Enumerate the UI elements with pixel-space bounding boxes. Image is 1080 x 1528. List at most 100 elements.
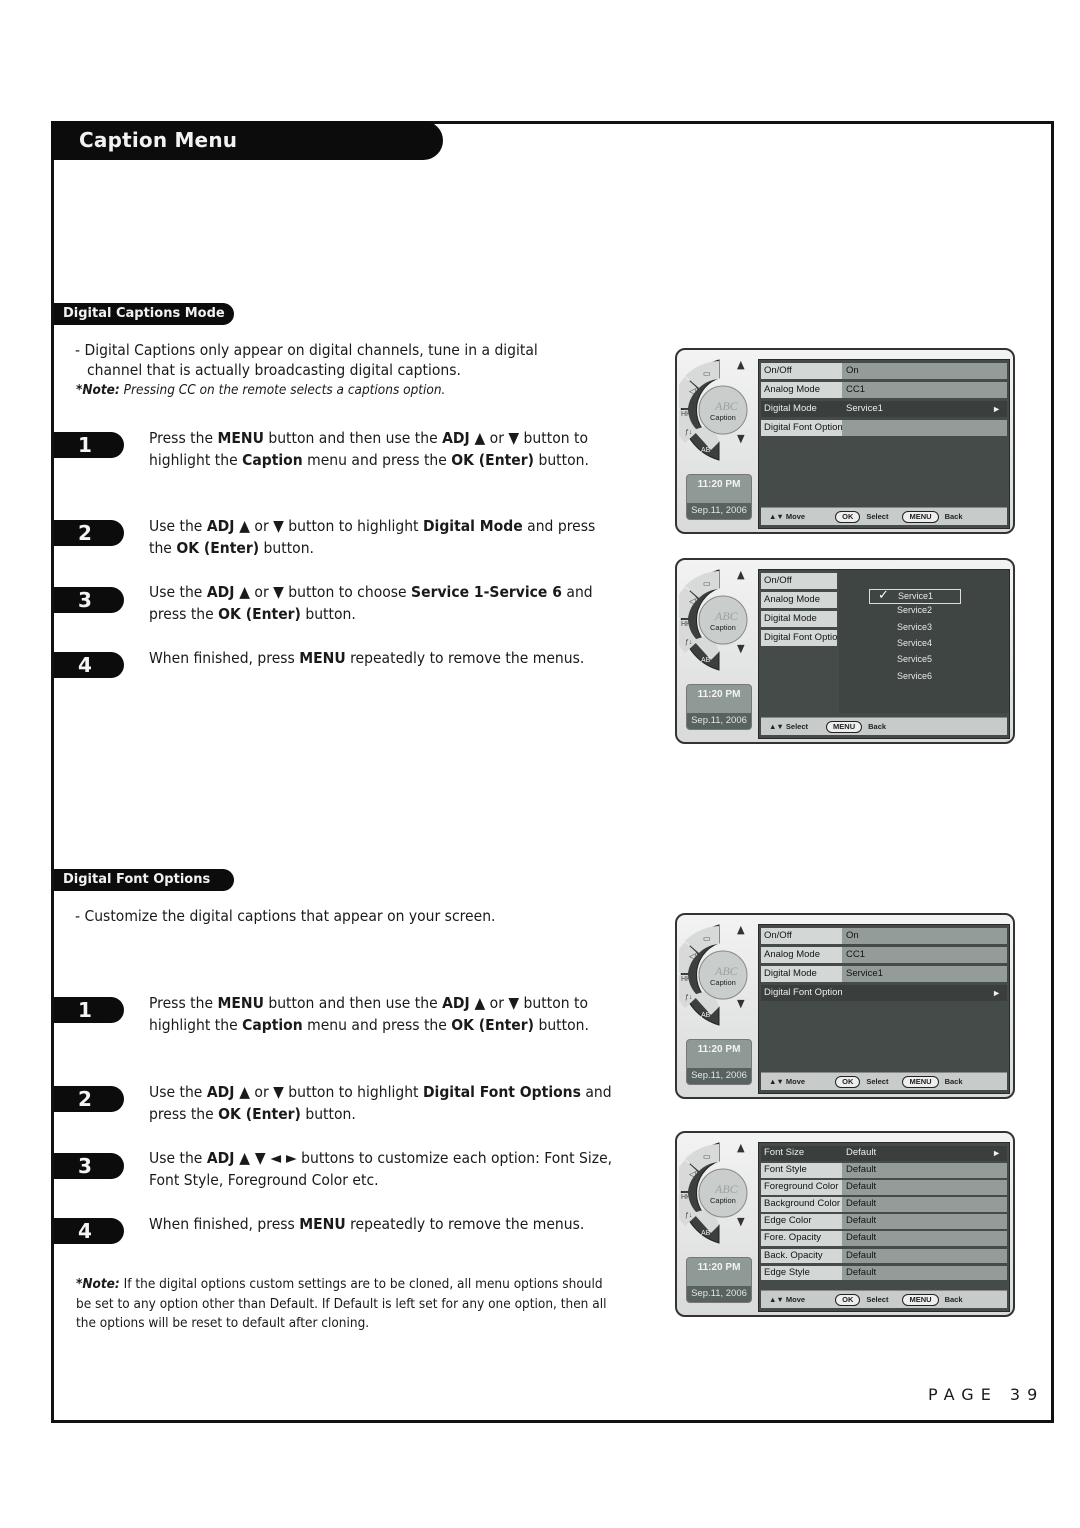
caption-menu-wheel-icon: ▭ ◁) HH ƒ↓ AB ABC Caption bbox=[679, 1142, 748, 1244]
osd-menu-item-value: ► bbox=[842, 985, 1007, 1001]
osd-menu-item[interactable]: Analog Mode CC1 bbox=[761, 382, 1007, 398]
note-text: Pressing CC on the remote selects a capt… bbox=[123, 382, 446, 398]
note-label: *Note: bbox=[76, 382, 120, 398]
osd-menu-item[interactable]: Digital Mode Service1 bbox=[761, 966, 1007, 982]
footer-move-hint: ▲▼ Move bbox=[769, 512, 806, 521]
osd-menu-item-label: On/Off bbox=[761, 928, 842, 944]
svg-text:ƒ↓: ƒ↓ bbox=[685, 994, 692, 1001]
page-title-bar: Caption Menu bbox=[51, 121, 443, 160]
osd-menu-item-value: On bbox=[842, 363, 1007, 379]
osd-menu-item[interactable]: Back. Opacity Default bbox=[761, 1248, 1007, 1264]
step-number-badge: 2 bbox=[54, 520, 124, 546]
svg-text:ABC: ABC bbox=[714, 1182, 739, 1196]
arrow-up-icon: ▲ bbox=[737, 358, 745, 371]
clock-date: Sep.11, 2006 bbox=[687, 503, 751, 519]
osd-footer: ▲▼ Move OK Select MENU Back bbox=[761, 1072, 1007, 1090]
osd-menu-item-label: Digital Font Option bbox=[761, 420, 842, 436]
clock-time: 11:20 PM bbox=[697, 689, 741, 700]
service-option[interactable]: Service2 bbox=[897, 605, 932, 615]
osd-menu-item[interactable]: Edge Style Default bbox=[761, 1265, 1007, 1281]
osd-menu-item[interactable]: Edge Color Default bbox=[761, 1214, 1007, 1229]
menu-key: MENU bbox=[902, 1293, 939, 1306]
step-number: 2 bbox=[78, 1087, 92, 1111]
svg-text:Caption: Caption bbox=[710, 623, 736, 632]
step-number: 3 bbox=[78, 588, 92, 612]
note-label: *Note: bbox=[76, 1276, 120, 1292]
osd-menu-item-label: Analog Mode bbox=[761, 382, 842, 398]
osd-menu-item-label: Edge Color bbox=[761, 1214, 842, 1229]
service-option[interactable]: Service4 bbox=[897, 638, 932, 648]
arrow-up-icon: ▲ bbox=[737, 1141, 745, 1154]
svg-text:Caption: Caption bbox=[710, 1196, 736, 1205]
osd-menu-item-label: Font Style bbox=[761, 1163, 842, 1178]
clock-time: 11:20 PM bbox=[697, 479, 741, 490]
osd-menu-item[interactable]: On/Off bbox=[761, 573, 837, 589]
checkmark-icon: ✓ bbox=[878, 587, 889, 602]
osd-menu-item[interactable]: Digital Mode bbox=[761, 611, 837, 627]
arrow-down-icon: ▼ bbox=[737, 997, 745, 1010]
osd-service-selection: ▭ ◁) HH ƒ↓ AB ABC Caption ▲ ▼ 11:20 PM S… bbox=[675, 558, 1015, 744]
osd-menu-list: On/Off Analog Mode Digital Mode Digital Fon… bbox=[761, 573, 837, 649]
osd-menu-item-value: CC1 bbox=[842, 947, 1007, 963]
step-text: Use the ADJ ▲ or ▼ button to highlight D… bbox=[149, 517, 596, 557]
clock-display: 11:20 PM Sep.11, 2006 bbox=[686, 474, 752, 520]
step-number: 4 bbox=[78, 1219, 92, 1243]
section-heading-label: Digital Font Options bbox=[63, 872, 211, 887]
osd-menu-item[interactable]: Fore. Opacity Default bbox=[761, 1231, 1007, 1246]
footer-select-hint: Select bbox=[866, 1294, 889, 1304]
svg-text:▭: ▭ bbox=[703, 934, 711, 943]
osd-menu-item-label: Foreground Color bbox=[761, 1180, 842, 1195]
service-option[interactable]: Service3 bbox=[897, 622, 932, 632]
ok-key: OK bbox=[835, 1293, 861, 1306]
osd-caption-menu-digital-font-option: ▭ ◁) HH ƒ↓ AB ABC Caption ▲ ▼ 11:20 PM S… bbox=[675, 913, 1015, 1099]
section1-intro-line1: - Digital Captions only appear on digita… bbox=[75, 341, 538, 359]
osd-menu-item[interactable]: Background Color Default bbox=[761, 1197, 1007, 1212]
svg-text:HH: HH bbox=[681, 621, 691, 628]
osd-menu-item-label: Edge Style bbox=[761, 1265, 842, 1281]
osd-menu-item-value: Default bbox=[842, 1163, 1007, 1178]
step-number-badge: 1 bbox=[54, 432, 124, 458]
step-number-badge: 1 bbox=[54, 997, 124, 1023]
svg-text:ABC: ABC bbox=[714, 609, 739, 623]
step-number: 4 bbox=[78, 653, 92, 677]
svg-text:ABC: ABC bbox=[714, 399, 739, 413]
clock-time: 11:20 PM bbox=[697, 1044, 741, 1055]
osd-menu-item[interactable]: Font Style Default bbox=[761, 1163, 1007, 1178]
osd-menu-item[interactable]: On/Off On bbox=[761, 363, 1007, 379]
svg-text:AB: AB bbox=[701, 657, 711, 664]
osd-menu-item[interactable]: Analog Mode CC1 bbox=[761, 947, 1007, 963]
osd-menu-item[interactable]: Digital Font Option bbox=[761, 420, 1007, 436]
osd-menu-item-label: Digital Font Option bbox=[761, 630, 837, 646]
service-option[interactable]: ✓ Service1 bbox=[869, 587, 961, 604]
svg-text:▭: ▭ bbox=[703, 369, 711, 378]
osd-menu-item[interactable]: Digital Mode Service1 ► bbox=[761, 401, 1007, 417]
osd-menu-item[interactable]: Analog Mode bbox=[761, 592, 837, 608]
arrow-up-icon: ▲ bbox=[737, 568, 745, 581]
svg-text:▭: ▭ bbox=[703, 579, 711, 588]
osd-menu-item[interactable]: On/Off On bbox=[761, 928, 1007, 944]
osd-menu-item-label: Back. Opacity bbox=[761, 1248, 842, 1264]
step-text: Use the ADJ ▲ ▼ ◄ ► buttons to customize… bbox=[149, 1149, 613, 1189]
service-option[interactable]: Service6 bbox=[897, 671, 932, 681]
caption-menu-wheel-icon: ▭ ◁) HH ƒ↓ AB ABC Caption bbox=[679, 569, 748, 671]
osd-panel: On/Off Analog Mode Digital Mode Digital Fon… bbox=[758, 569, 1010, 739]
osd-menu-item[interactable]: Foreground Color Default bbox=[761, 1180, 1007, 1195]
section2-note: *Note: If the digital options custom set… bbox=[76, 1275, 620, 1334]
osd-menu-item-value: Default bbox=[842, 1248, 1007, 1264]
section-heading-digital-font-options: Digital Font Options bbox=[54, 869, 234, 891]
osd-menu-item[interactable]: Digital Font Option bbox=[761, 630, 837, 646]
osd-menu-item[interactable]: Font Size Default ► bbox=[761, 1146, 1007, 1161]
footer-select-hint: Select bbox=[866, 511, 889, 521]
service-popup: ✓ Service1 Service2 Service3 Service4 Service… bbox=[839, 570, 1009, 713]
svg-text:HH: HH bbox=[681, 411, 691, 418]
menu-key: MENU bbox=[902, 510, 939, 523]
service-option[interactable]: Service5 bbox=[897, 654, 932, 664]
osd-menu-item-label: On/Off bbox=[761, 573, 837, 589]
osd-menu-item-label: Background Color bbox=[761, 1197, 842, 1212]
osd-menu-item-label: Analog Mode bbox=[761, 592, 837, 608]
osd-footer: ▲▼ Select MENU Back bbox=[761, 717, 1007, 735]
osd-menu-item[interactable]: Digital Font Option ► bbox=[761, 985, 1007, 1001]
osd-menu-item-label: Fore. Opacity bbox=[761, 1231, 842, 1246]
osd-footer: ▲▼ Move OK Select MENU Back bbox=[761, 1290, 1007, 1308]
osd-panel: On/Off On Analog Mode CC1 Digital Mode S… bbox=[758, 924, 1010, 1094]
